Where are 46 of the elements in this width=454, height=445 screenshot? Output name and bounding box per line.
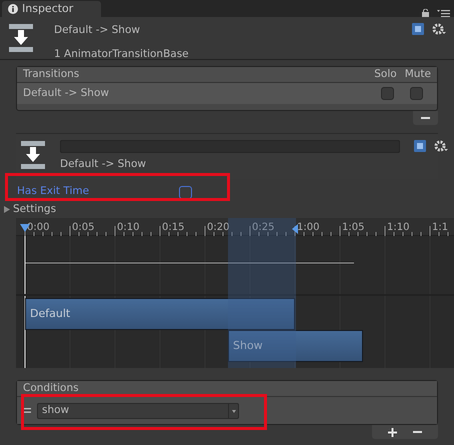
tick-label: 1:00	[297, 221, 320, 235]
help-icon[interactable]	[412, 23, 424, 35]
transition-icon	[8, 23, 34, 53]
tick-label: 0:20	[207, 221, 230, 235]
transition-subtitle: Default -> Show	[60, 157, 147, 172]
settings-icon[interactable]	[434, 140, 448, 152]
tick-label: 0:05	[72, 221, 94, 235]
transition-end-marker-icon[interactable]	[292, 224, 298, 234]
tick-label: 0:15	[162, 221, 184, 235]
column-header: Mute	[404, 66, 431, 82]
inspector-tab[interactable]: Inspector	[2, 1, 101, 17]
remove-button[interactable]	[413, 111, 438, 125]
transition-name: Default -> Show	[23, 86, 109, 101]
tick-label: 1:10	[387, 221, 410, 235]
minus-icon	[413, 431, 422, 434]
tick-label: 0:10	[117, 221, 140, 235]
parameter-value: show	[42, 402, 70, 418]
transition-icon	[20, 140, 46, 170]
lock-icon[interactable]	[422, 9, 429, 17]
drag-handle-icon[interactable]	[23, 408, 31, 413]
tick-label: 1:1	[432, 221, 448, 235]
help-icon[interactable]	[414, 140, 426, 152]
settings-icon[interactable]	[432, 23, 446, 35]
plus-icon	[388, 428, 397, 438]
header-title: Default -> Show	[54, 23, 141, 38]
transition-row[interactable]: Default -> Show	[17, 83, 437, 104]
expand-arrow-icon[interactable]	[4, 206, 10, 213]
minus-icon	[421, 116, 430, 120]
tab-title: Inspector	[22, 0, 74, 17]
solo-checkbox[interactable]	[381, 87, 394, 100]
exit-time-checkbox[interactable]	[179, 186, 192, 198]
mute-checkbox[interactable]	[410, 87, 423, 100]
exit-time-label: Has Exit Time	[17, 184, 90, 200]
menu-icon[interactable]	[437, 9, 450, 17]
info-icon	[8, 4, 18, 14]
state-bar[interactable]: Default	[25, 298, 295, 330]
tick-label: 1:05	[342, 221, 364, 235]
header-subtitle: 1 AnimatorTransitionBase	[54, 46, 189, 62]
settings-label: Settings	[13, 202, 56, 218]
column-header: Solo	[374, 66, 397, 82]
parameter-dropdown[interactable]: show	[37, 402, 239, 418]
dropdown-arrow-icon	[228, 404, 238, 418]
state-bar[interactable]: Show	[228, 330, 363, 362]
tick-label: 0:25	[252, 221, 274, 235]
conditions-title: Conditions	[23, 380, 79, 396]
column-header: Transitions	[23, 66, 80, 82]
